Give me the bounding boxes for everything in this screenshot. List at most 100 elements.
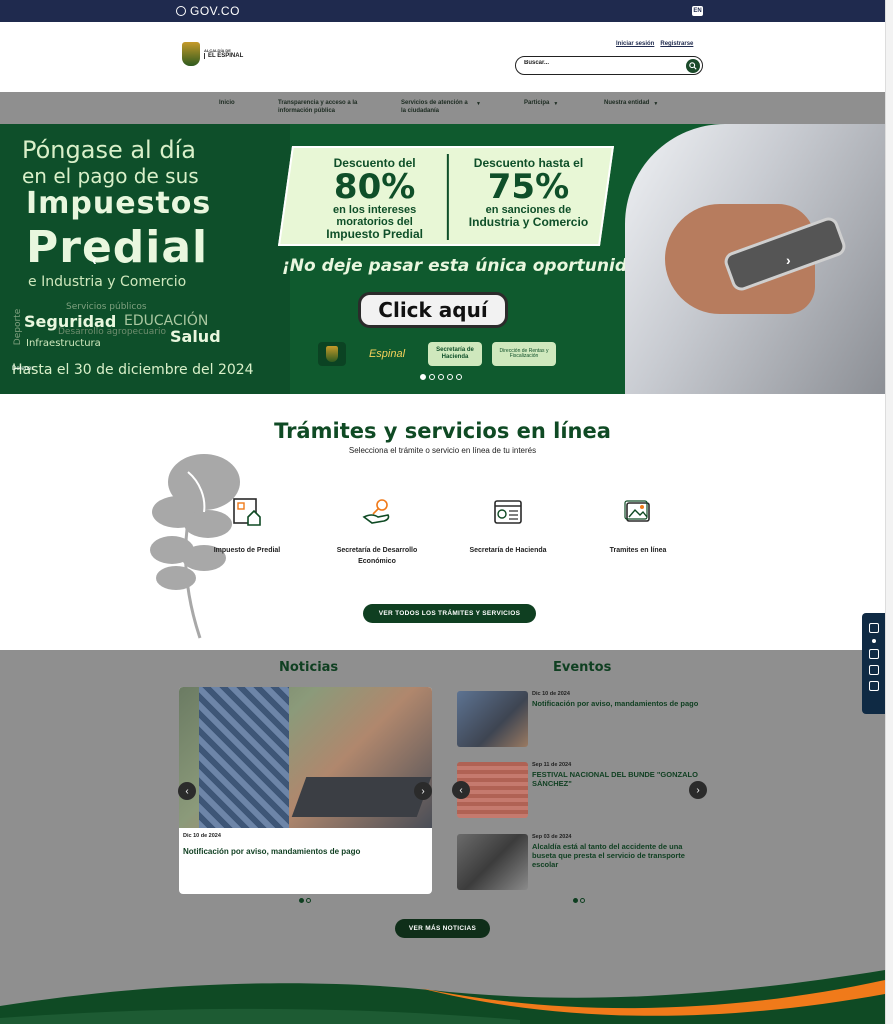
tag-infra: Infraestructura (26, 338, 101, 349)
service-label: Secretaría de Hacienda (469, 547, 547, 554)
hero-dot[interactable] (429, 374, 435, 380)
search-icon (689, 61, 697, 70)
search-button[interactable] (686, 58, 700, 73)
news-image-laptop (291, 777, 432, 817)
news-date: Dic 10 de 2024 (183, 833, 221, 839)
chat-icon[interactable] (868, 681, 879, 691)
promo-right-b: 75% (487, 167, 570, 207)
service-desarrollo-economico[interactable]: Secretaría de Desarrollo Económico (317, 497, 437, 567)
promo-left-b: 80% (333, 167, 416, 207)
text-increase-icon[interactable] (868, 649, 879, 659)
promo-box: Descuento del 80% en los intereses morat… (277, 146, 615, 246)
event-title[interactable]: Alcaldía está al tanto del accidente de … (532, 842, 702, 869)
page-scrollbar[interactable] (885, 0, 893, 1024)
accessibility-dot-icon[interactable] (871, 639, 876, 643)
promo-divider (446, 154, 449, 240)
footer-wave-decoration (0, 970, 885, 1024)
site-header: ALCALDÍA DE EL ESPINAL Iniciar sesión Re… (0, 22, 885, 92)
event-item[interactable]: Sep 03 de 2024 Alcaldía está al tanto de… (457, 834, 697, 892)
events-dot[interactable] (573, 898, 578, 903)
event-date: Sep 03 de 2024 (532, 834, 572, 840)
nav-label: Transparencia y acceso a la información … (278, 100, 358, 114)
chevron-down-icon: ▼ (653, 101, 659, 107)
news-dots (299, 898, 311, 903)
house-plan-icon (233, 498, 261, 526)
hero-dot[interactable] (420, 374, 426, 380)
nav-nuestra-entidad[interactable]: Nuestra entidad ▼ (604, 100, 658, 108)
promo-left-c3: Impuesto Predial (326, 227, 423, 242)
news-next-arrow-icon[interactable]: › (414, 782, 432, 800)
events-next-arrow-icon[interactable]: › (689, 781, 707, 799)
picture-icon (624, 500, 650, 522)
hero-banner[interactable]: Póngase al día en el pago de sus Impuest… (0, 124, 885, 394)
nav-transparencia[interactable]: Transparencia y acceso a la información … (278, 100, 368, 116)
event-thumbnail (457, 691, 528, 747)
events-dot[interactable] (580, 898, 585, 903)
govco-logo-text: GOV.CO (190, 4, 240, 18)
govco-logo[interactable]: GOV.CO (176, 4, 240, 18)
service-impuesto-predial[interactable]: Impuesto de Predial (187, 497, 307, 557)
hero-dot[interactable] (438, 374, 444, 380)
events-prev-arrow-icon[interactable]: ‹ (452, 781, 470, 799)
view-more-news-button[interactable]: VER MÁS NOTICIAS (395, 919, 490, 938)
main-nav: Inicio Transparencia y acceso a la infor… (0, 92, 885, 124)
news-card[interactable]: Dic 10 de 2024 Notificación por aviso, m… (179, 687, 432, 894)
hero-dot[interactable] (447, 374, 453, 380)
accessibility-contrast-icon[interactable] (868, 623, 879, 633)
hero-date: Hasta el 30 de diciembre del 2024 (12, 362, 254, 378)
nav-inicio[interactable]: Inicio (219, 100, 235, 108)
pause-button[interactable]: Detener (12, 366, 33, 372)
brand-logo[interactable]: ALCALDÍA DE EL ESPINAL (182, 42, 243, 66)
tramites-title: Trámites y servicios en línea (274, 419, 611, 443)
news-headline[interactable]: Notificación por aviso, mandamientos de … (183, 847, 360, 856)
coat-of-arms-icon (182, 42, 200, 66)
rentas-logo: Dirección de Rentas y Fiscalización (492, 342, 556, 366)
nav-label: Servicios de atención a la ciudadanía (401, 100, 468, 114)
slider-next-arrow-icon[interactable]: › (786, 252, 791, 268)
event-title[interactable]: Notificación por aviso, mandamientos de … (532, 699, 702, 708)
hero-slogan: ¡No deje pasar esta única oportunidad! (282, 256, 659, 276)
click-here-button[interactable]: Click aquí (358, 292, 508, 328)
chevron-down-icon: ▼ (553, 101, 559, 107)
chevron-down-icon: ▼ (476, 101, 481, 107)
promo-left-c1: en los intereses (333, 204, 417, 216)
service-label: Secretaría de Desarrollo Económico (336, 547, 418, 565)
nav-participa[interactable]: Participa ▼ (524, 100, 558, 108)
accessibility-bar (862, 613, 885, 714)
hero-line2: en el pago de sus (22, 164, 199, 188)
hero-line3: Impuestos (26, 186, 212, 221)
promo-right-c2: Industria y Comercio (468, 215, 589, 230)
brand-text: ALCALDÍA DE EL ESPINAL (204, 49, 243, 59)
login-link[interactable]: Iniciar sesión (616, 41, 654, 47)
alcaldia-logo (318, 342, 346, 366)
event-title[interactable]: FESTIVAL NACIONAL DEL BUNDE "GONZALO SÁN… (532, 770, 702, 788)
service-tramites-en-linea[interactable]: Tramites en línea (578, 497, 698, 557)
news-image (179, 687, 432, 828)
view-all-tramites-button[interactable]: VER TODOS LOS TRÁMITES Y SERVICIOS (363, 604, 536, 623)
event-date: Sep 11 de 2024 (532, 762, 572, 768)
news-events-section: Noticias Eventos Dic 10 de 2024 Notifica… (0, 650, 885, 1024)
hero-logos: Espinal Secretaría de Hacienda Dirección… (318, 342, 556, 366)
auth-links: Iniciar sesión Registrarse (616, 41, 693, 47)
tag-desarrollo: Desarrollo agropecuario (58, 327, 166, 337)
news-prev-arrow-icon[interactable]: ‹ (178, 782, 196, 800)
service-hacienda[interactable]: Secretaría de Hacienda (448, 497, 568, 557)
event-date: Dic 10 de 2024 (532, 691, 570, 697)
event-item[interactable]: Dic 10 de 2024 Notificación por aviso, m… (457, 691, 698, 749)
text-decrease-icon[interactable] (868, 665, 879, 675)
news-dot[interactable] (299, 898, 304, 903)
tag-salud: Salud (170, 327, 221, 346)
news-dot[interactable] (306, 898, 311, 903)
slider-prev-arrow-icon[interactable]: ‹ (92, 252, 97, 268)
hero-dots (420, 374, 462, 380)
hero-dot[interactable] (456, 374, 462, 380)
coat-of-arms-icon (326, 346, 338, 362)
service-label: Tramites en línea (609, 547, 667, 554)
espinal-logo: Espinal (368, 347, 406, 360)
language-toggle[interactable]: EN (692, 6, 703, 16)
nav-servicios[interactable]: Servicios de atención a la ciudadanía ▼ (401, 100, 481, 116)
register-link[interactable]: Registrarse (660, 41, 693, 47)
event-item[interactable]: Sep 11 de 2024 FESTIVAL NACIONAL DEL BUN… (457, 762, 698, 820)
hand-key-icon (362, 499, 390, 524)
search-input[interactable] (524, 60, 674, 66)
